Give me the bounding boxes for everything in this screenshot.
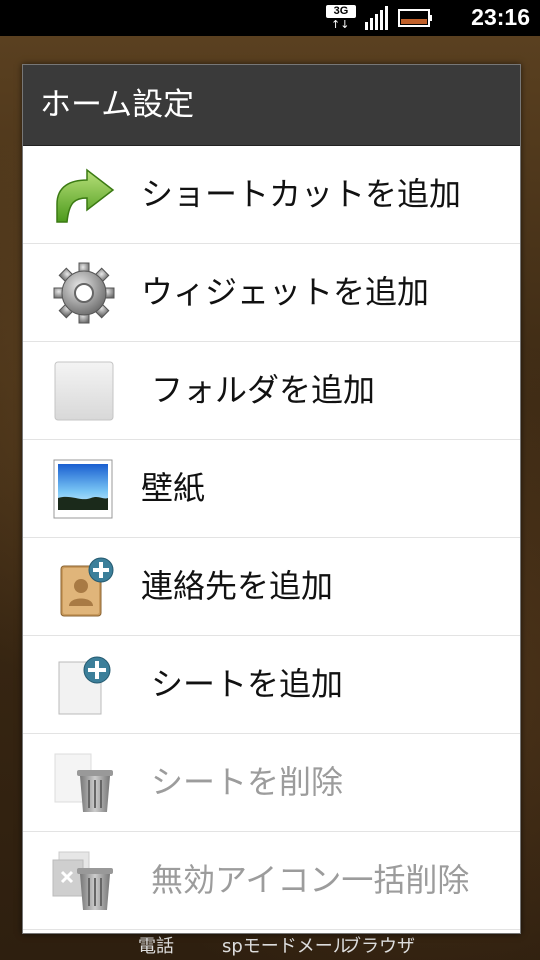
menu-item-label: シートを追加 xyxy=(151,665,344,703)
menu-item-label: 連絡先を追加 xyxy=(141,567,334,605)
battery-icon xyxy=(398,9,432,27)
gear-icon xyxy=(53,262,115,324)
menu-item-label: 無効アイコン一括削除 xyxy=(151,861,470,899)
bulk-delete-icon xyxy=(52,851,113,910)
delete-sheet-icon xyxy=(54,753,113,812)
shortcut-arrow-icon xyxy=(56,168,115,223)
menu-item-label: シートを削除 xyxy=(151,763,344,801)
menu-item-delete-sheet: シートを削除 xyxy=(23,734,520,832)
add-sheet-icon xyxy=(58,656,111,715)
menu-item-wallpaper[interactable]: 壁紙 xyxy=(23,440,520,538)
menu-item-add-sheet[interactable]: シートを追加 xyxy=(23,636,520,734)
network-3g-icon: 3G ↑↓ xyxy=(326,5,356,31)
menu-item-add-contact[interactable]: 連絡先を追加 xyxy=(23,538,520,636)
dock: 電話 spモードメール ブラウザ xyxy=(0,930,540,960)
menu-item-bulk-delete: 無効アイコン一括削除 xyxy=(23,832,520,930)
menu-item-add-folder[interactable]: フォルダを追加 xyxy=(23,342,520,440)
wallpaper-image-icon xyxy=(53,459,113,519)
menu-item-label: ショートカットを追加 xyxy=(141,175,462,213)
clock: 23:16 xyxy=(471,4,530,30)
add-contact-icon xyxy=(60,557,114,617)
menu-item-add-shortcut[interactable]: ショートカットを追加 xyxy=(23,146,520,244)
menu-item-label: フォルダを追加 xyxy=(151,371,376,409)
menu-item-add-widget[interactable]: ウィジェットを追加 xyxy=(23,244,520,342)
folder-icon xyxy=(54,361,114,421)
status-bar: 3G ↑↓ 23:16 xyxy=(0,0,540,36)
menu-list: ショートカットを追加 ウィジェットを追加 フォルダを追加 壁紙 連絡先を追加 シ… xyxy=(23,146,520,930)
home-settings-dialog: ホーム設定 ショートカットを追加 ウィジェットを追加 フォルダを追加 壁紙 連絡… xyxy=(22,64,521,934)
menu-item-label: ウィジェットを追加 xyxy=(141,273,430,311)
dock-mail-label[interactable]: spモードメール xyxy=(222,932,351,958)
dock-browser-label[interactable]: ブラウザ xyxy=(343,932,415,958)
dialog-title: ホーム設定 xyxy=(23,65,520,146)
dock-phone-label[interactable]: 電話 xyxy=(138,932,174,958)
signal-strength-icon xyxy=(365,6,388,30)
menu-item-label: 壁紙 xyxy=(141,469,206,507)
